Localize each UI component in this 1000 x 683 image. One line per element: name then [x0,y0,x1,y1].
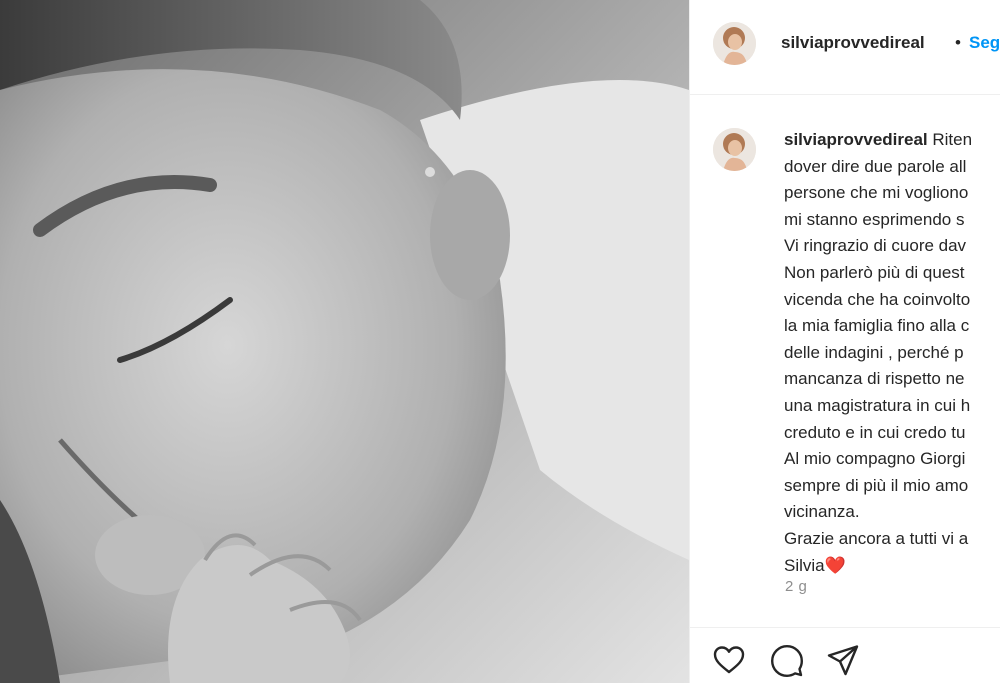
post-timestamp[interactable]: 2 g [785,578,807,595]
share-button[interactable] [826,643,860,677]
post-header: silviaprovvedireal • Segui [690,0,1000,95]
caption-line: creduto e in cui credo tu [784,422,966,442]
caption-line: mancanza di rispetto ne [784,369,965,389]
follow-button[interactable]: Segui [969,33,1000,53]
caption-line: Al mio compagno Giorgi [784,449,966,469]
caption-line: Grazie ancora a tutti vi a [784,528,969,548]
share-icon [827,645,859,676]
post-caption: silviaprovvedireal Riten dover dire due … [784,127,1000,579]
heart-icon [713,646,745,674]
caption-line: Riten [927,130,973,149]
avatar-image [713,128,756,171]
post-photo[interactable] [0,0,689,683]
caption-line: Silvia [784,555,825,575]
separator-dot: • [955,33,961,52]
red-heart-emoji-icon: ❤️ [824,555,846,575]
caption-line: una magistratura in cui h [784,395,971,415]
post-photo-image [0,0,689,683]
caption-line: mi stanno esprimendo s [784,209,965,229]
caption-line: sempre di più il mio amo [784,475,969,495]
username-link[interactable]: silviaprovvedireal [781,33,925,53]
caption-line: vicenda che ha coinvolto [784,289,971,309]
comment-avatar[interactable] [713,128,756,171]
avatar-image [713,22,756,65]
caption-line: vicinanza. [784,502,860,522]
divider [690,627,1000,628]
like-button[interactable] [712,643,746,677]
caption-line: la mia famiglia fino alla c [784,316,970,336]
avatar[interactable] [713,22,756,65]
caption-line: dover dire due parole all [784,156,967,176]
caption-username[interactable]: silviaprovvedireal [784,130,928,149]
caption-line: Non parlerò più di quest [784,262,965,282]
caption-line: delle indagini , perché p [784,342,964,362]
caption-line: Vi ringrazio di cuore dav [784,236,967,256]
post-side-panel: silviaprovvedireal • Segui silviaprovved… [689,0,1000,683]
comment-button[interactable] [770,643,804,677]
comment-icon [771,645,803,677]
caption-line: persone che mi vogliono [784,183,969,203]
